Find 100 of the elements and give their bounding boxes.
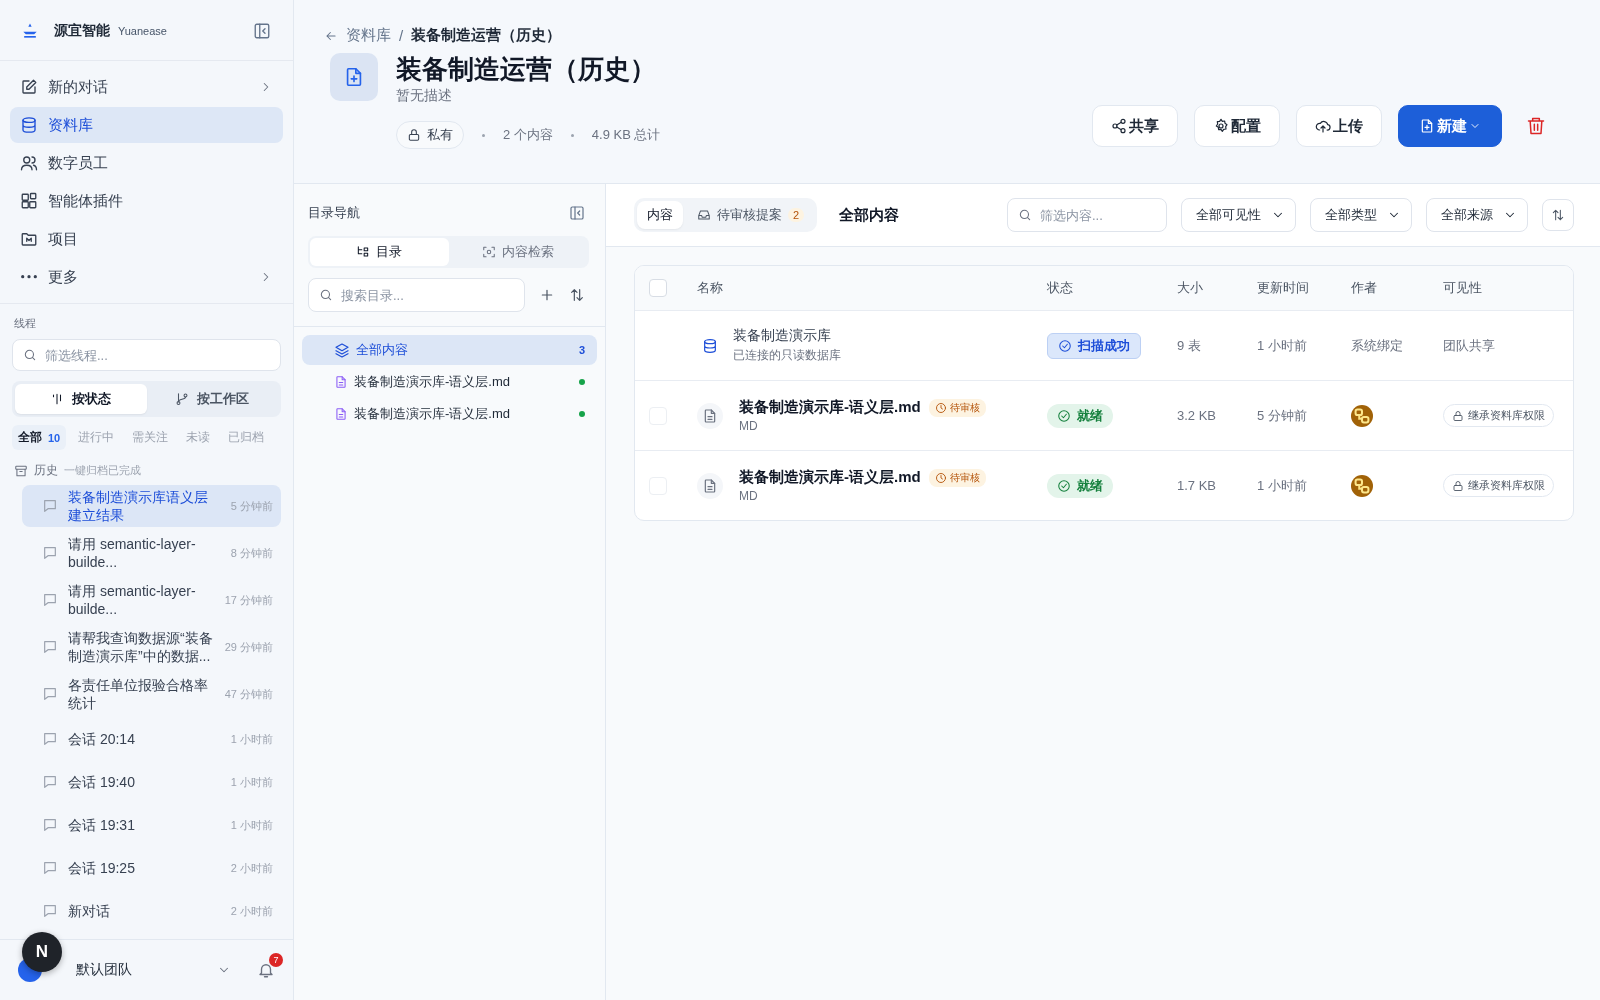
column-header: 名称 — [697, 279, 724, 297]
users-icon — [20, 154, 38, 172]
filter-dropdown[interactable]: 全部类型 — [1310, 198, 1412, 232]
column-header: 更新时间 — [1257, 279, 1310, 297]
inbox-icon — [697, 208, 711, 222]
meta-text: 4.9 KB 总计 — [591, 126, 661, 144]
chat-icon — [42, 860, 58, 876]
meta-text: 2 个内容 — [503, 126, 553, 144]
pending-badge: 待审核 — [928, 468, 986, 487]
brand-subtitle: Yuanease — [118, 25, 167, 37]
checkbox[interactable] — [649, 279, 667, 297]
item-name[interactable]: 装备制造演示库-语义层.md — [739, 398, 921, 417]
item-name[interactable]: 装备制造演示库 — [733, 327, 831, 345]
thread-item[interactable]: 请用 semantic-layer-builde... 17 分钟前 — [22, 579, 281, 621]
table-cell-text: 1 小时前 — [1257, 476, 1308, 495]
chat-icon — [42, 686, 58, 702]
bell-icon[interactable] — [257, 961, 275, 979]
chat-icon — [42, 817, 58, 833]
visibility-chip: 私有 — [396, 121, 464, 149]
tree-item[interactable]: 全部内容 3 — [302, 335, 597, 365]
directory-tab[interactable]: 目录 — [310, 238, 449, 266]
content-filter-field[interactable]: 筛选内容... — [1007, 198, 1167, 232]
filter-dropdown[interactable]: 全部来源 — [1426, 198, 1528, 232]
new-button[interactable]: 新建 — [1398, 105, 1502, 147]
sidebar-toggle-icon[interactable] — [253, 22, 271, 40]
nav-item[interactable]: 项目 — [10, 221, 283, 257]
more-icon — [20, 274, 38, 280]
panel-toggle-icon[interactable] — [569, 205, 585, 221]
tree-item[interactable]: 装备制造演示库-语义层.md — [302, 399, 597, 429]
table-cell-text: 9 表 — [1177, 336, 1202, 355]
column-header: 可见性 — [1443, 279, 1483, 297]
nav-item[interactable]: 数字员工 — [10, 145, 283, 181]
database-icon — [20, 116, 38, 134]
thread-item[interactable]: 会话 19:40 1 小时前 — [22, 763, 281, 801]
upload-button[interactable]: 上传 — [1296, 105, 1382, 147]
settings-icon — [1213, 118, 1229, 134]
archive-icon — [14, 463, 28, 478]
separator-dot — [570, 133, 574, 137]
content-tab[interactable]: 待审核提案 2 — [687, 201, 815, 229]
lock-icon — [407, 128, 421, 142]
grid-icon — [20, 192, 38, 210]
thread-item[interactable]: 装备制造演示库语义层建立结果 5 分钟前 — [22, 485, 281, 527]
lock-icon — [1452, 479, 1464, 492]
breadcrumb-link[interactable]: 资料库 — [346, 26, 391, 45]
chat-icon — [42, 545, 58, 561]
scan-icon — [481, 245, 496, 259]
table-cell: 团队共享 — [1443, 337, 1495, 353]
library-icon — [330, 53, 378, 101]
thread-item[interactable]: 请用 semantic-layer-builde... 8 分钟前 — [22, 532, 281, 574]
thread-filter-field[interactable]: 筛选线程... — [12, 339, 281, 371]
content-tab[interactable]: 内容 — [637, 201, 683, 229]
column-header: 状态 — [1047, 279, 1074, 297]
directory-search-field[interactable]: 搜索目录... — [308, 278, 525, 312]
nav-item[interactable]: 新的对话 — [10, 69, 283, 105]
sort-icon — [1551, 208, 1565, 222]
nav-item[interactable]: 资料库 — [10, 107, 283, 143]
chat-icon — [42, 498, 58, 514]
share-icon — [1111, 118, 1127, 134]
share-button[interactable]: 共享 — [1092, 105, 1178, 147]
chat-icon — [42, 639, 58, 655]
table-cell-text: 5 分钟前 — [1257, 406, 1308, 425]
thread-item[interactable]: 会话 20:14 1 小时前 — [22, 720, 281, 758]
nav-item[interactable]: 智能体插件 — [10, 183, 283, 219]
group-label: 历史 — [34, 462, 58, 479]
tree-item[interactable]: 装备制造演示库-语义层.md — [302, 367, 597, 397]
sort-button[interactable] — [1542, 199, 1574, 231]
chat-icon — [42, 731, 58, 747]
filter-dropdown[interactable]: 全部可见性 — [1181, 198, 1296, 232]
description: 暂无描述 — [396, 87, 452, 105]
check-circle-icon — [1058, 338, 1072, 353]
nav-item[interactable]: 更多 — [10, 259, 283, 295]
add-icon[interactable] — [539, 287, 555, 303]
team-name[interactable]: 默认团队 — [76, 961, 132, 979]
item-subtitle: MD — [739, 489, 758, 503]
author-avatar — [1351, 404, 1373, 427]
thread-item[interactable]: 新对话 2 小时前 — [22, 892, 281, 930]
file-icon — [697, 472, 723, 499]
thread-item[interactable]: 会话 19:31 1 小时前 — [22, 806, 281, 844]
item-subtitle: MD — [739, 419, 758, 433]
tree-icon — [356, 245, 371, 259]
folder-icon — [20, 230, 38, 248]
directory-tab[interactable]: 内容检索 — [448, 238, 587, 266]
upload-icon — [1315, 118, 1331, 134]
clock-icon — [934, 471, 947, 484]
config-button[interactable]: 配置 — [1194, 105, 1280, 147]
chat-icon — [42, 903, 58, 919]
thread-item[interactable]: 会话 19:25 2 小时前 — [22, 849, 281, 887]
file-plus-icon — [1419, 118, 1435, 134]
view-mode-tab[interactable]: 按状态 — [15, 384, 147, 414]
table-cell-text: 1 小时前 — [1257, 336, 1308, 355]
sort-icon[interactable] — [569, 287, 585, 303]
table-cell: 系统绑定 — [1351, 337, 1403, 353]
thread-item[interactable]: 各责任单位报验合格率统计 47 分钟前 — [22, 673, 281, 715]
filter-tab[interactable]: 全部 10 — [12, 425, 67, 450]
view-mode-tab[interactable]: 按工作区 — [146, 384, 278, 414]
floating-avatar[interactable]: N — [22, 932, 62, 972]
item-name[interactable]: 装备制造演示库-语义层.md — [739, 468, 921, 487]
separator-dot — [482, 133, 485, 137]
layers-icon — [334, 342, 350, 358]
file-icon — [334, 375, 348, 389]
